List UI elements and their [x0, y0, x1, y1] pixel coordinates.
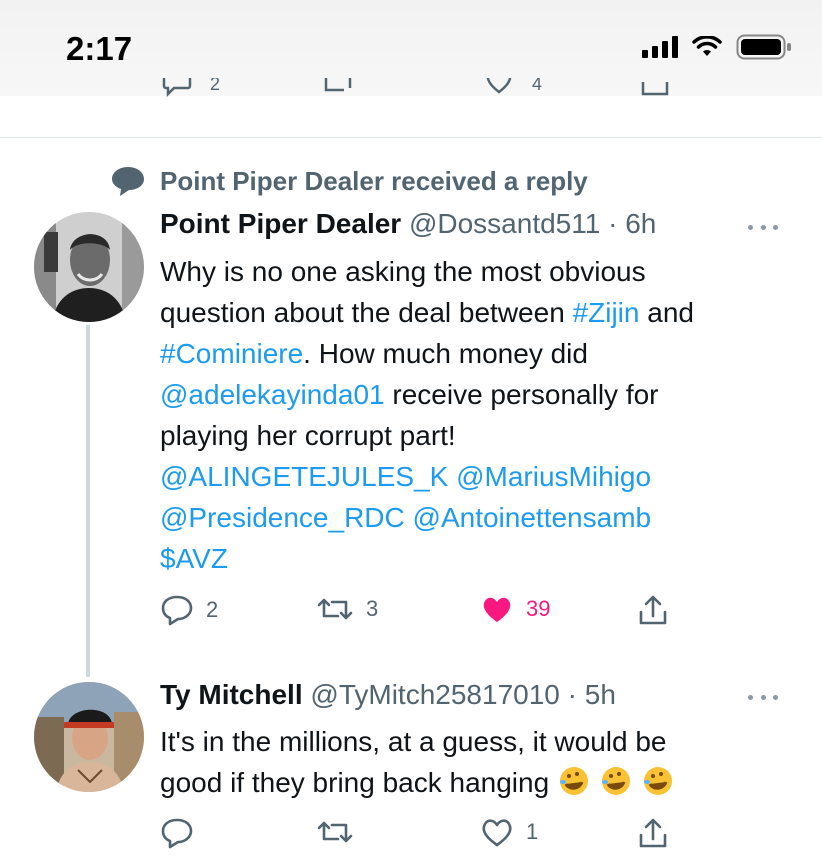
avatar-photo-point-piper-dealer — [34, 212, 144, 322]
tweet-line: playing her corrupt part! — [160, 420, 456, 451]
tweet-text-segment: . How much money did — [303, 338, 588, 369]
tweet-line: It's in the millions, at a guess, it wou… — [160, 726, 667, 757]
cashtag-link[interactable]: $AVZ — [160, 543, 228, 574]
tweet-text-segment: receive personally for — [384, 379, 659, 410]
reply-button[interactable]: 2 — [160, 594, 218, 626]
tweet-line: question about the deal between #Zijin a… — [160, 292, 790, 333]
speech-bubble-icon — [112, 167, 144, 196]
tweet-line: good if they bring back hanging — [160, 762, 790, 803]
reply-icon — [161, 595, 193, 626]
tweet-line: @ALINGETEJULES_K @MariusMihigo — [160, 456, 790, 497]
mention-link[interactable]: @Presidence_RDC — [160, 502, 405, 533]
tweet-line: $AVZ — [160, 538, 790, 579]
share-icon — [641, 82, 669, 96]
avatar[interactable] — [34, 212, 144, 322]
tweet-line: #Cominiere. How much money did — [160, 333, 790, 374]
avatar[interactable] — [34, 682, 144, 792]
more-icon[interactable] — [748, 692, 778, 702]
status-time: 2:17 — [66, 30, 133, 67]
tweet-age[interactable]: 6h — [625, 208, 656, 239]
tweet-line: Why is no one asking the most obvious — [160, 256, 646, 287]
tweet-header: Point Piper Dealer @Dossantd511 · 6h — [160, 208, 656, 240]
hashtag-link[interactable]: #Cominiere — [160, 338, 303, 369]
tweet-text-segment: good if they bring back hanging — [160, 767, 550, 798]
prev-reply-button[interactable] — [162, 78, 192, 103]
hashtag-link[interactable]: #Zijin — [573, 297, 640, 328]
signal-icon — [642, 36, 678, 58]
heart-icon — [486, 78, 512, 94]
separator-dot: · — [608, 208, 618, 239]
share-button[interactable] — [638, 594, 668, 626]
reply-icon — [162, 78, 192, 98]
author-handle[interactable]: @TyMitch25817010 — [310, 679, 559, 710]
mention-link[interactable]: @adelekayinda01 — [160, 379, 385, 410]
tweet-line: @adelekayinda01 receive personally for — [160, 374, 790, 415]
battery-icon — [736, 34, 791, 60]
previous-tweet-actions: 2 4 — [0, 78, 822, 108]
prev-reply-count: 2 — [210, 78, 221, 94]
like-button[interactable]: 1 — [480, 817, 538, 847]
like-count: 1 — [526, 819, 539, 844]
retweet-icon — [324, 78, 352, 92]
retweet-button[interactable]: 3 — [316, 594, 378, 624]
retweet-count: 3 — [366, 596, 379, 621]
share-button[interactable] — [638, 817, 668, 849]
reply-button[interactable] — [160, 817, 194, 849]
heart-icon — [482, 819, 512, 847]
thread-line — [86, 325, 90, 677]
tweet-actions: 1 — [160, 817, 720, 853]
mention-link[interactable]: @Antoinettensamb — [413, 502, 652, 533]
mention-link[interactable]: @ALINGETEJULES_K — [160, 461, 448, 492]
like-count: 39 — [526, 596, 551, 621]
more-icon[interactable] — [748, 222, 778, 232]
tweet-age[interactable]: 5h — [585, 679, 616, 710]
status-icons — [642, 34, 792, 60]
tweet-text-segment: and — [639, 297, 694, 328]
tweet-line: @Presidence_RDC @Antoinettensamb — [160, 497, 790, 538]
author-name[interactable]: Ty Mitchell — [160, 679, 303, 710]
tweet-text-segment: question about the deal between — [160, 297, 573, 328]
prev-share-button[interactable] — [640, 78, 670, 103]
share-icon — [639, 818, 667, 848]
reply-count: 2 — [206, 597, 219, 622]
mention-link[interactable]: @MariusMihigo — [456, 461, 651, 492]
author-name[interactable]: Point Piper Dealer — [160, 208, 401, 239]
retweet-icon — [317, 598, 353, 620]
wifi-icon — [692, 36, 722, 56]
divider — [0, 137, 822, 138]
reply-context[interactable]: Point Piper Dealer received a reply — [110, 165, 588, 197]
rofl-emoji — [559, 767, 588, 795]
retweet-button[interactable] — [316, 817, 354, 847]
reply-icon — [161, 818, 193, 849]
rofl-emoji — [601, 767, 630, 795]
retweet-icon — [317, 821, 353, 843]
share-icon — [639, 595, 667, 625]
prev-like-button[interactable] — [484, 78, 514, 99]
separator-dot: · — [567, 679, 577, 710]
tweet-header: Ty Mitchell @TyMitch25817010 · 5h — [160, 679, 616, 711]
heart-icon — [483, 597, 511, 622]
tweet-text: Why is no one asking the most obvious qu… — [160, 251, 790, 579]
prev-retweet-button[interactable] — [322, 78, 354, 103]
avatar-photo-ty-mitchell — [34, 682, 144, 792]
author-handle[interactable]: @Dossantd511 — [409, 208, 600, 239]
prev-like-count: 4 — [532, 78, 543, 94]
tweet-text: It's in the millions, at a guess, it wou… — [160, 721, 790, 803]
like-button[interactable]: 39 — [480, 594, 550, 624]
reply-context-label: Point Piper Dealer received a reply — [160, 165, 588, 196]
tweet-actions: 2 3 39 — [160, 594, 720, 630]
rofl-emoji — [643, 767, 672, 795]
